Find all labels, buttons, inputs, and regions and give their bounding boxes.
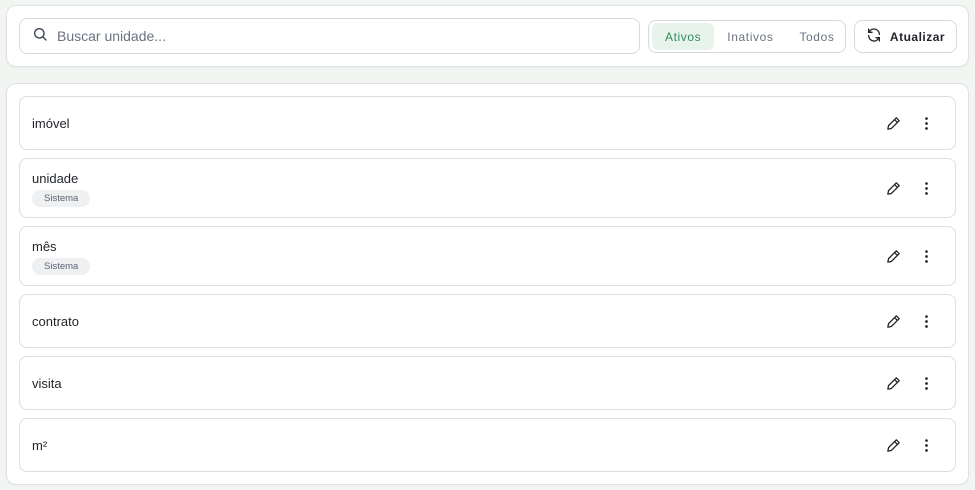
more-vertical-icon[interactable] [914,111,938,135]
list-item[interactable]: contrato [19,294,956,348]
item-name: visita [32,376,62,391]
refresh-button[interactable]: Atualizar [854,20,957,53]
item-name: unidade [32,171,79,186]
more-vertical-icon[interactable] [914,371,938,395]
pencil-icon[interactable] [881,433,905,457]
list-item[interactable]: imóvel [19,96,956,150]
list-item[interactable]: unidade Sistema [19,158,956,218]
filter-all-tab[interactable]: Todos [786,23,847,50]
list-item[interactable]: m² [19,418,956,472]
filter-active-tab[interactable]: Ativos [652,23,715,50]
pencil-icon[interactable] [881,371,905,395]
status-filter: Ativos Inativos Todos [648,20,846,53]
more-vertical-icon[interactable] [914,244,938,268]
more-vertical-icon[interactable] [914,309,938,333]
pencil-icon[interactable] [881,244,905,268]
unit-list: imóvel unidade Sistema mês Sistema contr… [6,83,969,485]
item-name: imóvel [32,116,70,131]
system-badge: Sistema [32,258,91,275]
search-input[interactable] [57,28,639,44]
toolbar: Ativos Inativos Todos Atualizar [6,5,969,67]
search-icon [32,26,48,47]
search-box[interactable] [19,18,640,54]
filter-inactive-tab[interactable]: Inativos [714,23,786,50]
pencil-icon[interactable] [881,309,905,333]
refresh-icon [866,27,882,46]
list-item[interactable]: mês Sistema [19,226,956,286]
pencil-icon[interactable] [881,111,905,135]
refresh-label: Atualizar [889,29,946,44]
pencil-icon[interactable] [881,176,905,200]
item-name: contrato [32,314,79,329]
item-name: m² [32,438,48,453]
more-vertical-icon[interactable] [914,176,938,200]
item-name: mês [32,239,57,254]
system-badge: Sistema [32,190,91,207]
list-item[interactable]: visita [19,356,956,410]
more-vertical-icon[interactable] [914,433,938,457]
